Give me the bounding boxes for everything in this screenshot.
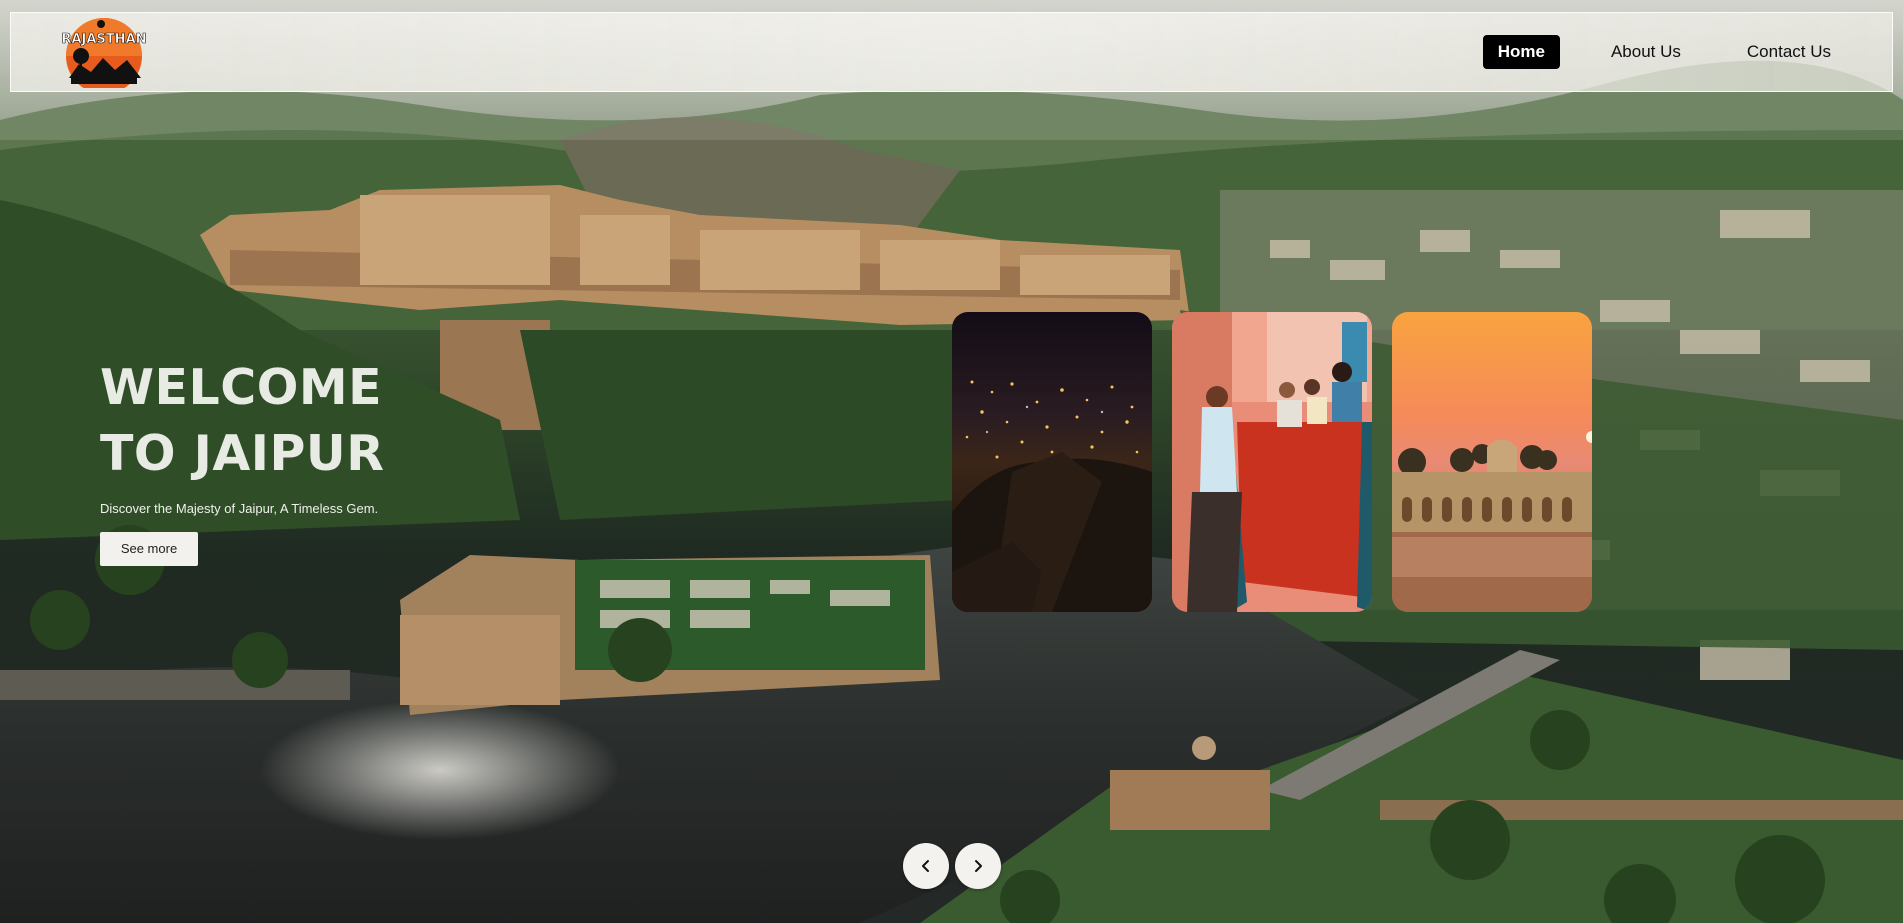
nav-contact-us[interactable]: Contact Us: [1732, 35, 1846, 69]
sunset-landscape-logo-icon: RAJASTHAN: [61, 18, 147, 94]
hero-subtitle: Discover the Majesty of Jaipur, A Timele…: [100, 501, 379, 516]
hero-text-block: WELCOME TO JAIPUR Discover the Majesty o…: [100, 355, 500, 566]
nav-home[interactable]: Home: [1482, 35, 1560, 69]
water-palace-image: [1392, 312, 1592, 612]
street-people-image: [1172, 312, 1372, 612]
water-palace-card[interactable]: [1392, 312, 1592, 612]
see-more-button[interactable]: See more: [100, 532, 198, 566]
night-city-card[interactable]: [952, 312, 1152, 612]
night-city-image: [952, 312, 1152, 612]
chevron-right-icon: [975, 860, 982, 872]
rajasthan-logo[interactable]: RAJASTHAN: [51, 16, 157, 94]
next-button[interactable]: [955, 843, 1001, 889]
destination-cards: [952, 312, 1592, 612]
carousel-controls: [903, 843, 1001, 889]
prev-button[interactable]: [903, 843, 949, 889]
nav-about-us[interactable]: About Us: [1596, 35, 1696, 69]
chevron-left-icon: [922, 860, 929, 872]
main-nav: Home About Us Contact Us: [1482, 35, 1846, 69]
hero-title-line1: WELCOME: [100, 359, 383, 416]
street-people-card[interactable]: [1172, 312, 1372, 612]
hero-title: WELCOME TO JAIPUR: [100, 355, 500, 487]
logo-text: RAJASTHAN: [61, 32, 146, 47]
hero-title-line2: TO JAIPUR: [100, 425, 385, 482]
navbar: RAJASTHAN Home About Us Contact Us: [10, 12, 1893, 94]
